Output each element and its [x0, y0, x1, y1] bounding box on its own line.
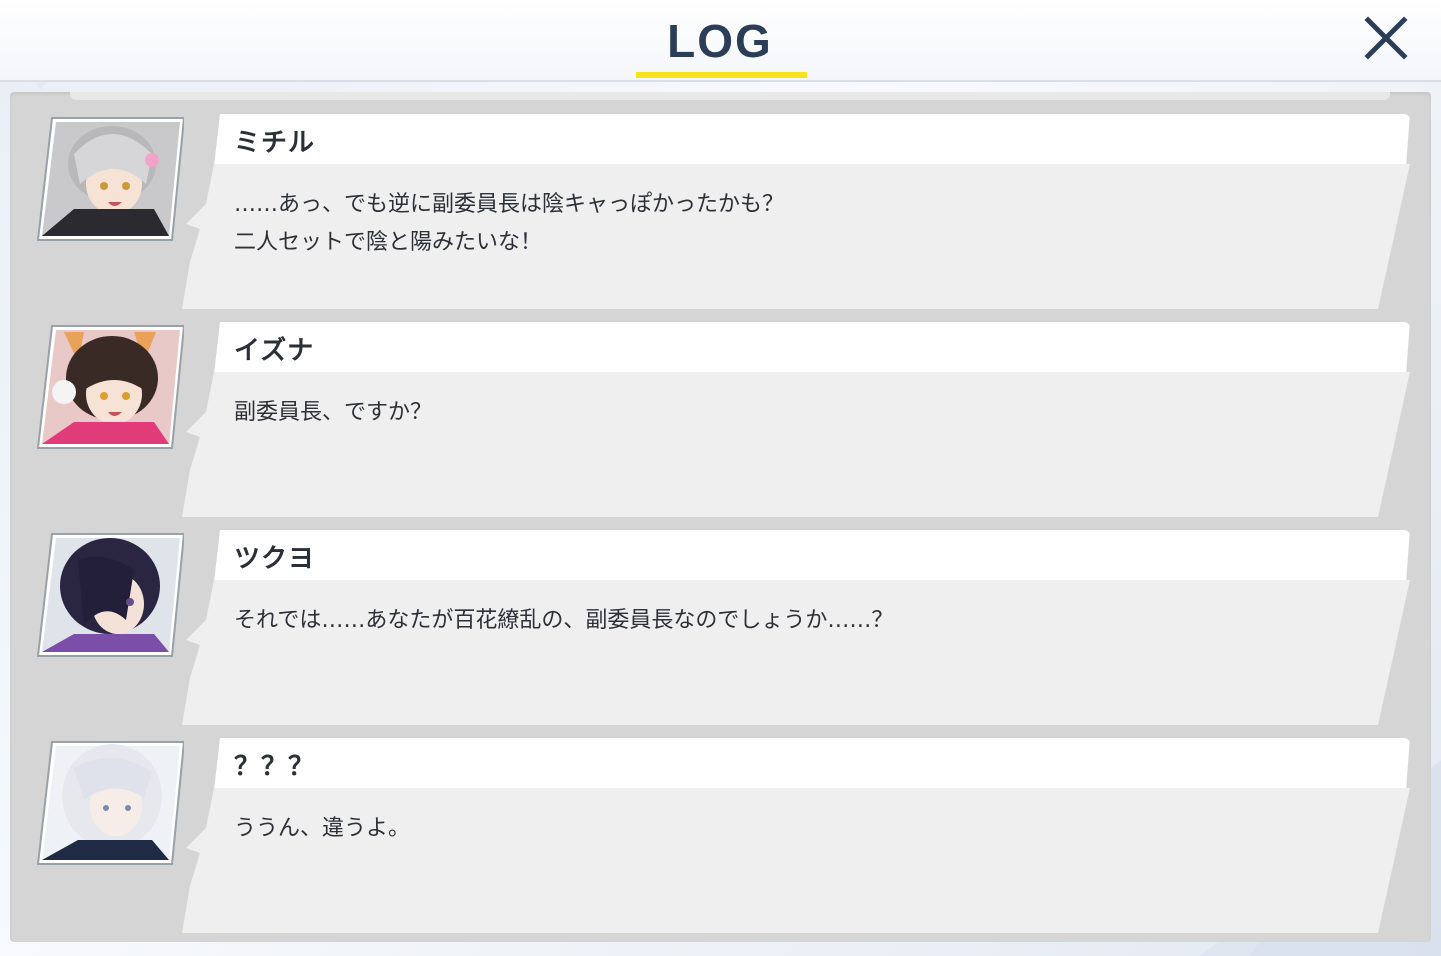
title-underline: [636, 72, 807, 78]
dialogue-bubble: ううん、違うよ。: [182, 788, 1410, 933]
dialogue-bubble: ……あっ、でも逆に副委員長は陰キャっぽかったかも？ 二人セットで陰と陽みたいな！: [182, 164, 1410, 309]
avatar: [34, 738, 186, 868]
log-list[interactable]: ミチル ……あっ、でも逆に副委員長は陰キャっぽかったかも？ 二人セットで陰と陽み…: [10, 92, 1431, 942]
speaker-name-bar: イズナ: [214, 322, 1410, 374]
dialogue-text: それでは……あなたが百花繚乱の、副委員長なのでしょうか……？: [234, 608, 894, 633]
previous-entry-edge: [70, 92, 1390, 100]
close-icon: [1364, 16, 1408, 60]
close-button[interactable]: [1356, 10, 1416, 70]
dialogue-text: ううん、違うよ。: [234, 816, 411, 841]
speaker-name: イズナ: [234, 336, 315, 366]
log-header: LOG: [0, 0, 1441, 82]
log-entry: イズナ 副委員長、ですか？: [10, 322, 1431, 522]
dialogue-text: ……あっ、でも逆に副委員長は陰キャっぽかったかも？ 二人セットで陰と陽みたいな！: [234, 192, 785, 255]
page-title: LOG: [667, 15, 773, 67]
dialogue-text: 副委員長、ですか？: [234, 400, 433, 425]
log-window: LOG ミチル ……あっ、でも逆に副委員長は陰キャっぽかったかも？ 二人セットで…: [0, 0, 1441, 956]
log-entry: ？？？ ううん、違うよ。: [10, 738, 1431, 938]
log-entry: ツクヨ それでは……あなたが百花繚乱の、副委員長なのでしょうか……？: [10, 530, 1431, 730]
dialogue-bubble: 副委員長、ですか？: [182, 372, 1410, 517]
speaker-name-bar: ツクヨ: [214, 530, 1410, 582]
speaker-name: ツクヨ: [234, 544, 316, 574]
avatar: [34, 114, 186, 244]
speaker-name: ミチル: [234, 128, 316, 158]
dialogue-bubble: それでは……あなたが百花繚乱の、副委員長なのでしょうか……？: [182, 580, 1410, 725]
avatar: [34, 530, 186, 660]
log-entry: ミチル ……あっ、でも逆に副委員長は陰キャっぽかったかも？ 二人セットで陰と陽み…: [10, 114, 1431, 314]
speaker-name-bar: ミチル: [214, 114, 1410, 166]
avatar: [34, 322, 186, 452]
speaker-name: ？？？: [234, 752, 316, 782]
speaker-name-bar: ？？？: [214, 738, 1410, 790]
